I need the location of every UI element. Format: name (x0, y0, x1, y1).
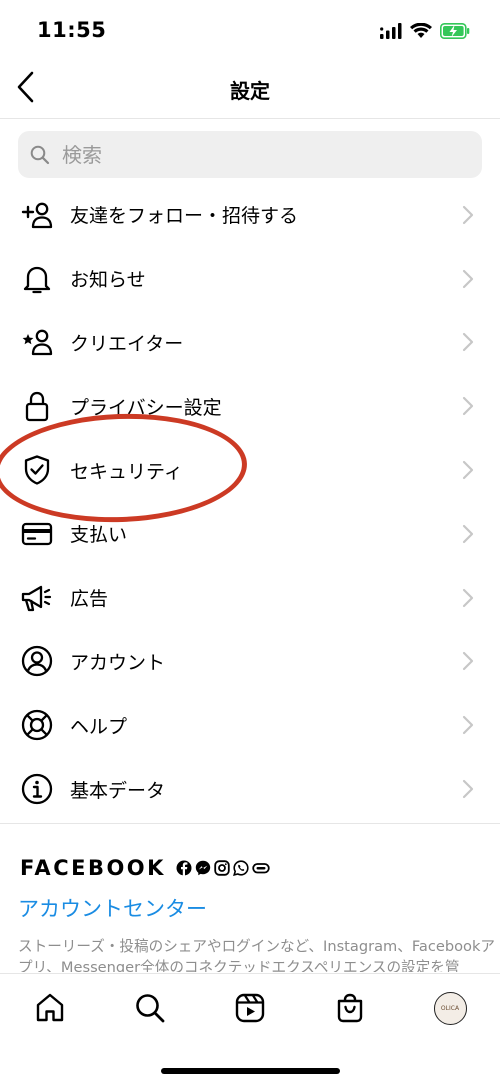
bottom-tab-bar: OLICA (0, 973, 500, 1084)
shield-check-icon (20, 453, 54, 487)
menu-item-label: アカウント (70, 651, 166, 674)
accounts-center-description: ストーリーズ・投稿のシェアやログインなど、Instagram、Facebookア… (18, 938, 496, 972)
menu-item-creator[interactable]: クリエイター (0, 311, 500, 375)
tab-search[interactable] (130, 988, 170, 1028)
whatsapp-icon (232, 860, 249, 876)
chevron-right-icon (462, 779, 474, 799)
menu-item-payments[interactable]: 支払い (0, 502, 500, 566)
menu-item-label: 基本データ (70, 779, 166, 802)
status-icons (380, 20, 470, 42)
menu-item-label: セキュリティ (70, 460, 183, 483)
account-circle-icon (20, 644, 54, 678)
menu-item-label: 広告 (70, 588, 109, 611)
wifi-icon (410, 23, 432, 38)
menu-item-ads[interactable]: 広告 (0, 566, 500, 630)
chevron-right-icon (462, 205, 474, 224)
search-icon (136, 994, 165, 1023)
menu-item-label: 友達をフォロー・招待する (70, 205, 299, 228)
lifebuoy-icon (20, 708, 54, 742)
avatar-text: OLICA (440, 1004, 460, 1012)
facebook-header: FACEBOOK (20, 855, 270, 881)
home-indicator (161, 1068, 340, 1074)
home-icon (36, 993, 64, 1022)
bell-icon (20, 262, 54, 296)
signal-icon (380, 23, 402, 39)
creator-icon (20, 325, 54, 359)
settings-menu: 友達をフォロー・招待する お知らせ クリエイター プライバシー設定 セキュリティ… (0, 183, 500, 821)
messenger-icon (195, 860, 211, 876)
chevron-right-icon (462, 524, 474, 543)
search-bar[interactable] (18, 131, 482, 178)
shop-icon (337, 993, 363, 1023)
facebook-icon (176, 860, 192, 876)
chevron-right-icon (462, 269, 474, 288)
reels-icon (235, 993, 265, 1023)
divider (0, 823, 500, 824)
status-time: 11:55 (37, 18, 107, 42)
lock-icon (20, 389, 54, 423)
menu-item-notifications[interactable]: お知らせ (0, 247, 500, 311)
menu-item-label: お知らせ (70, 269, 146, 292)
menu-item-follow-invite[interactable]: 友達をフォロー・招待する (0, 183, 500, 247)
tab-home[interactable] (30, 988, 70, 1028)
chevron-right-icon (462, 588, 474, 607)
profile-avatar: OLICA (433, 991, 467, 1025)
menu-item-privacy[interactable]: プライバシー設定 (0, 374, 500, 438)
page-title: 設定 (230, 79, 270, 103)
tab-profile[interactable]: OLICA (430, 988, 470, 1028)
status-bar: 11:55 (0, 0, 500, 62)
tab-reels[interactable] (230, 988, 270, 1028)
tab-shop[interactable] (330, 988, 370, 1028)
meta-apps-icons (176, 860, 270, 876)
chevron-right-icon (462, 652, 474, 671)
menu-item-label: 支払い (70, 524, 128, 547)
chevron-right-icon (462, 333, 474, 352)
chevron-right-icon (462, 397, 474, 416)
menu-item-account[interactable]: アカウント (0, 630, 500, 694)
menu-item-label: ヘルプ (70, 715, 128, 738)
menu-item-label: クリエイター (70, 332, 184, 355)
battery-icon (440, 23, 470, 39)
megaphone-icon (20, 581, 54, 615)
accounts-center-link[interactable]: アカウントセンター (18, 893, 207, 923)
card-icon (20, 517, 54, 551)
chevron-right-icon (462, 716, 474, 735)
search-input[interactable] (60, 141, 444, 168)
search-icon (30, 145, 50, 164)
add-person-icon (20, 198, 54, 232)
menu-item-about[interactable]: 基本データ (0, 757, 500, 821)
chevron-right-icon (462, 460, 474, 480)
facebook-wordmark: FACEBOOK (20, 856, 166, 880)
portal-icon (252, 863, 270, 874)
menu-item-security[interactable]: セキュリティ (0, 438, 500, 502)
menu-item-help[interactable]: ヘルプ (0, 693, 500, 757)
info-icon (20, 772, 54, 806)
menu-item-label: プライバシー設定 (70, 396, 222, 419)
instagram-icon (214, 860, 230, 876)
navigation-bar: 設定 (0, 62, 500, 119)
